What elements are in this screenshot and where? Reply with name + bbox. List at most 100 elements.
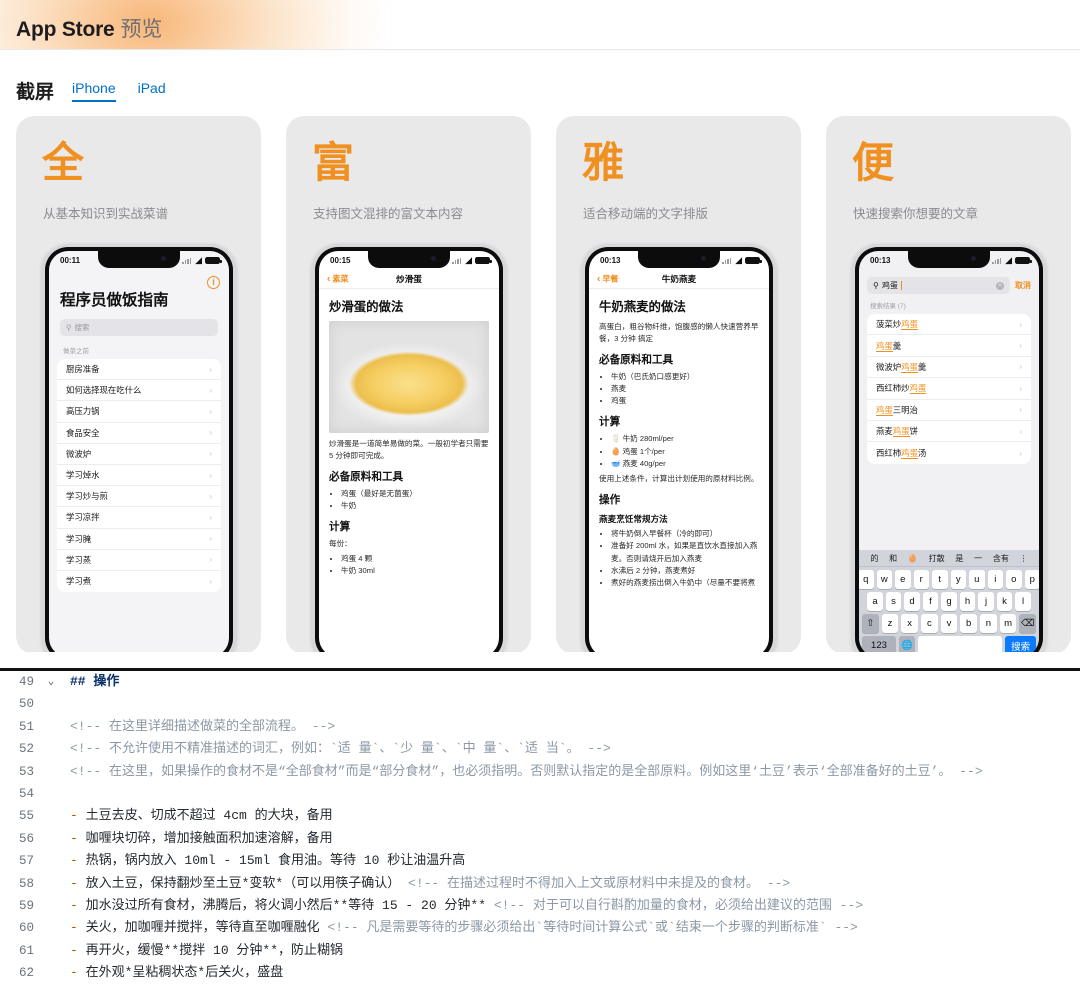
screenshot-card-4[interactable]: 便 快速搜索你想要的文章 00:13 ◢ ⚲ 鸡蛋 ✕ 取消 搜索结果 (7) … [826,116,1071,652]
prediction-item[interactable]: 和 [889,553,897,564]
list-item[interactable]: 西红柿炒鸡蛋 › [867,378,1031,400]
result-count-4: 搜索结果 (7) [870,303,906,310]
list-item[interactable]: 鸡蛋三明治 › [867,400,1031,421]
list-item[interactable]: 燕麦鸡蛋饼 › [867,421,1031,443]
cancel-button-4[interactable]: 取消 [1015,280,1031,291]
screenshot-card-1[interactable]: 全 从基本知识到实战菜谱 00:11 ◢ i 程序员做饭指南 ⚲ 搜索 做菜之前… [16,116,261,652]
screenshot-card-2[interactable]: 富 支持图文混排的富文本内容 00:15 ◢ ‹ 素菜 炒滑蛋 炒滑蛋的做法 炒… [286,116,531,652]
key-i[interactable]: i [987,570,1003,589]
globe-key[interactable]: 🌐 [898,636,916,652]
code-lines-container[interactable]: 49 ⌄ ## 操作 50 51 <!-- 在这里详细描述做菜的全部流程。 --> 52 … [0,671,1080,984]
list-item[interactable]: 学习凉拌 › [57,507,221,529]
keyboard-row-1[interactable]: q w e r t y u i o p [859,567,1039,589]
key-q[interactable]: q [859,570,874,589]
code-line[interactable]: 58 - 放入土豆，保持翻炒至土豆*变软*（可以用筷子确认） <!-- 在描述过… [0,873,1080,895]
code-line[interactable]: 49 ⌄ ## 操作 [0,671,1080,693]
screenshot-carousel[interactable]: 全 从基本知识到实战菜谱 00:11 ◢ i 程序员做饭指南 ⚲ 搜索 做菜之前… [0,102,1080,652]
card-headline-3: 雅 [582,138,625,187]
key-d[interactable]: d [904,592,920,611]
tab-iphone[interactable]: iPhone [72,81,116,102]
key-f[interactable]: f [922,592,939,611]
prediction-item[interactable]: 含有 [993,553,1009,564]
numbers-key[interactable]: 123 [862,636,896,652]
key-m[interactable]: m [999,614,1017,633]
key-n[interactable]: n [980,614,997,633]
keyboard-row-2[interactable]: a s d f g h j k l [859,589,1039,611]
shift-key[interactable]: ⇧ [861,614,879,633]
list-item[interactable]: 微波炉 › [57,444,221,465]
space-key[interactable] [918,636,1003,652]
clear-icon-4[interactable]: ✕ [996,281,1004,290]
index-list-1[interactable]: 厨房准备 › 如何选择现在吃什么 › 高压力锅 › 食品安全 › 微波炉 › 学习焯水 › … [57,359,221,593]
list-item[interactable]: 学习腌 › [57,529,221,550]
key-w[interactable]: w [876,570,892,589]
code-line[interactable]: 50 [0,693,1080,715]
key-r[interactable]: r [913,570,929,589]
code-line[interactable]: 57 - 热锅，锅内放入 10ml - 15ml 食用油。等待 10 秒让油温升… [0,850,1080,872]
key-g[interactable]: g [941,592,957,611]
code-line[interactable]: 54 [0,783,1080,805]
search-input-4[interactable]: ⚲ 鸡蛋 ✕ [867,277,1010,294]
key-h[interactable]: h [959,592,976,611]
prediction-item[interactable]: 是 [955,553,963,564]
list-item[interactable]: 学习煮 › [57,571,221,592]
code-line[interactable]: 51 <!-- 在这里详细描述做菜的全部流程。 --> [0,716,1080,738]
list-item[interactable]: 学习焯水 › [57,465,221,487]
search-key[interactable]: 搜索 [1005,636,1036,652]
search-input-1[interactable]: ⚲ 搜索 [60,319,218,336]
key-e[interactable]: e [895,570,911,589]
code-line[interactable]: 52 <!-- 不允许使用不精准描述的词汇，例如：`适 量`、`少 量`、`中 … [0,738,1080,760]
list-item[interactable]: 学习蒸 › [57,550,221,571]
key-l[interactable]: l [1015,592,1031,611]
prediction-item[interactable]: 一 [974,553,982,564]
code-line[interactable]: 62 - 在外观*呈粘稠状态*后关火，盛盘 [0,962,1080,984]
info-icon-1[interactable]: i [207,276,220,289]
key-s[interactable]: s [885,592,902,611]
key-c[interactable]: c [921,614,938,633]
chevron-down-icon[interactable]: ⋮ [1020,554,1028,563]
back-button-2[interactable]: ‹ 素菜 [327,274,348,285]
prediction-item[interactable]: 🥚 [908,554,918,563]
code-line[interactable]: 59 - 加水没过所有食材，沸腾后，将火调小然后**等待 15 - 20 分钟*… [0,895,1080,917]
fold-chevron-down-icon[interactable]: ⌄ [40,671,62,693]
code-line[interactable]: 56 - 咖喱块切碎，增加接触面积加速溶解，备用 [0,828,1080,850]
prediction-item[interactable]: 打散 [929,553,945,564]
list-item[interactable]: 学习炒与煎 › [57,486,221,508]
key-v[interactable]: v [940,614,958,633]
list-item[interactable]: 高压力锅 › [57,401,221,423]
keyboard-row-4[interactable]: 123 🌐 搜索 [859,633,1039,652]
key-p[interactable]: p [1024,570,1039,589]
list-item[interactable]: 厨房准备 › [57,359,221,381]
key-y[interactable]: y [950,570,966,589]
tab-ipad[interactable]: iPad [138,81,166,102]
prediction-item[interactable]: 的 [870,553,878,564]
keyboard-predictions-4[interactable]: 的 和 🥚 打散 是 一 含有 ⋮ [859,550,1039,567]
key-t[interactable]: t [932,570,948,589]
keyboard-row-3[interactable]: ⇧ z x c v b n m ⌫ [859,611,1039,633]
key-u[interactable]: u [969,570,985,589]
markdown-code-editor[interactable]: 49 ⌄ ## 操作 50 51 <!-- 在这里详细描述做菜的全部流程。 --> 52 … [0,668,1080,991]
list-item[interactable]: 如何选择现在吃什么 › [57,380,221,402]
key-x[interactable]: x [901,614,918,633]
list-item[interactable]: 微波炉鸡蛋羹 › [867,357,1031,379]
code-line[interactable]: 61 - 再开火，缓慢**搅拌 10 分钟**，防止糊锅 [0,940,1080,962]
key-k[interactable]: k [996,592,1013,611]
backspace-key[interactable]: ⌫ [1019,614,1037,633]
back-button-3[interactable]: ‹ 早餐 [597,274,618,285]
key-j[interactable]: j [978,592,994,611]
key-z[interactable]: z [881,614,899,633]
list-item[interactable]: 食品安全 › [57,423,221,444]
list-item[interactable]: 西红柿鸡蛋汤 › [867,442,1031,463]
code-line[interactable]: 60 - 关火，加咖喱并搅拌，等待直至咖喱融化 <!-- 凡是需要等待的步骤必须… [0,917,1080,939]
search-results-4[interactable]: 菠菜炒鸡蛋 › 鸡蛋羹 › 微波炉鸡蛋羹 › 西红柿炒鸡蛋 › 鸡蛋三明治 › 燕麦鸡蛋饼… [867,314,1031,464]
screenshot-card-3[interactable]: 雅 适合移动端的文字排版 00:13 ◢ ‹ 早餐 牛奶燕麦 牛奶燕麦的做法 高… [556,116,801,652]
code-line[interactable]: 55 - 土豆去皮、切成不超过 4cm 的大块，备用 [0,805,1080,827]
onscreen-keyboard-4[interactable]: 的 和 🥚 打散 是 一 含有 ⋮ q w e r t y u i o p a … [859,550,1039,652]
list-item[interactable]: 鸡蛋羹 › [867,335,1031,357]
key-o[interactable]: o [1006,570,1022,589]
list-item[interactable]: 菠菜炒鸡蛋 › [867,314,1031,336]
key-a[interactable]: a [867,592,883,611]
key-b[interactable]: b [960,614,978,633]
search-bar-4[interactable]: ⚲ 鸡蛋 ✕ 取消 [859,270,1039,298]
code-line[interactable]: 53 <!-- 在这里，如果操作的食材不是“全部食材”而是“部分食材”，也必须指… [0,761,1080,783]
